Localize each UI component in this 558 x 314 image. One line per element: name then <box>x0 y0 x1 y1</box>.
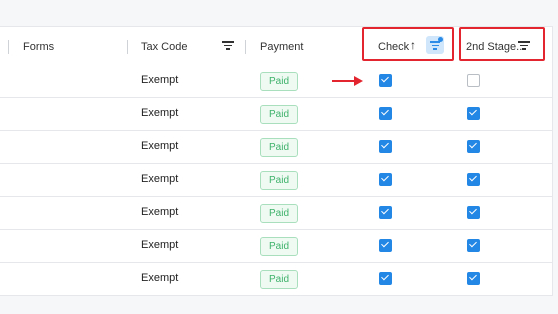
second-stage-checkbox[interactable] <box>467 206 480 219</box>
column-separator[interactable] <box>8 40 9 54</box>
second-stage-checkbox[interactable] <box>467 74 480 87</box>
tax-code-cell: Exempt <box>141 206 179 218</box>
tax-code-cell: Exempt <box>141 140 179 152</box>
check-checkbox[interactable] <box>379 206 392 219</box>
tax-code-cell: Exempt <box>141 272 179 284</box>
check-checkbox[interactable] <box>379 272 392 285</box>
check-checkbox[interactable] <box>379 74 392 87</box>
second-stage-checkbox[interactable] <box>467 140 480 153</box>
table-row[interactable]: Exempt Paid <box>0 164 552 197</box>
filter-icon[interactable] <box>222 41 234 51</box>
payment-status-badge: Paid <box>260 171 298 190</box>
column-header-payment[interactable]: Payment <box>260 40 303 54</box>
check-checkbox[interactable] <box>379 140 392 153</box>
grid-footer <box>0 296 558 314</box>
column-header-forms[interactable]: Forms <box>23 40 54 54</box>
data-grid: Forms Tax Code Payment Check ↑ 2nd Stage… <box>0 26 553 297</box>
second-stage-checkbox[interactable] <box>467 107 480 120</box>
table-row[interactable]: Exempt Paid <box>0 131 552 164</box>
payment-status-badge: Paid <box>260 204 298 223</box>
second-stage-checkbox[interactable] <box>467 272 480 285</box>
payment-status-badge: Paid <box>260 270 298 289</box>
top-strip <box>0 0 558 26</box>
table-row[interactable]: Exempt Paid <box>0 65 552 98</box>
column-header-tax-code[interactable]: Tax Code <box>141 40 187 54</box>
second-stage-checkbox[interactable] <box>467 173 480 186</box>
table-row[interactable]: Exempt Paid <box>0 98 552 131</box>
tax-code-cell: Exempt <box>141 239 179 251</box>
table-row[interactable]: Exempt Paid <box>0 263 552 296</box>
check-checkbox[interactable] <box>379 239 392 252</box>
check-checkbox[interactable] <box>379 107 392 120</box>
tax-code-cell: Exempt <box>141 173 179 185</box>
table-row[interactable]: Exempt Paid <box>0 230 552 263</box>
second-stage-checkbox[interactable] <box>467 239 480 252</box>
payment-status-badge: Paid <box>260 138 298 157</box>
highlight-box-check-header <box>362 27 454 61</box>
payment-status-badge: Paid <box>260 72 298 91</box>
table-row[interactable]: Exempt Paid <box>0 197 552 230</box>
red-arrow-icon <box>332 76 363 86</box>
payment-status-badge: Paid <box>260 105 298 124</box>
check-checkbox[interactable] <box>379 173 392 186</box>
payment-status-badge: Paid <box>260 237 298 256</box>
highlight-box-stage-header <box>459 27 545 61</box>
tax-code-cell: Exempt <box>141 107 179 119</box>
column-separator[interactable] <box>245 40 246 54</box>
tax-code-cell: Exempt <box>141 74 179 86</box>
column-separator[interactable] <box>127 40 128 54</box>
